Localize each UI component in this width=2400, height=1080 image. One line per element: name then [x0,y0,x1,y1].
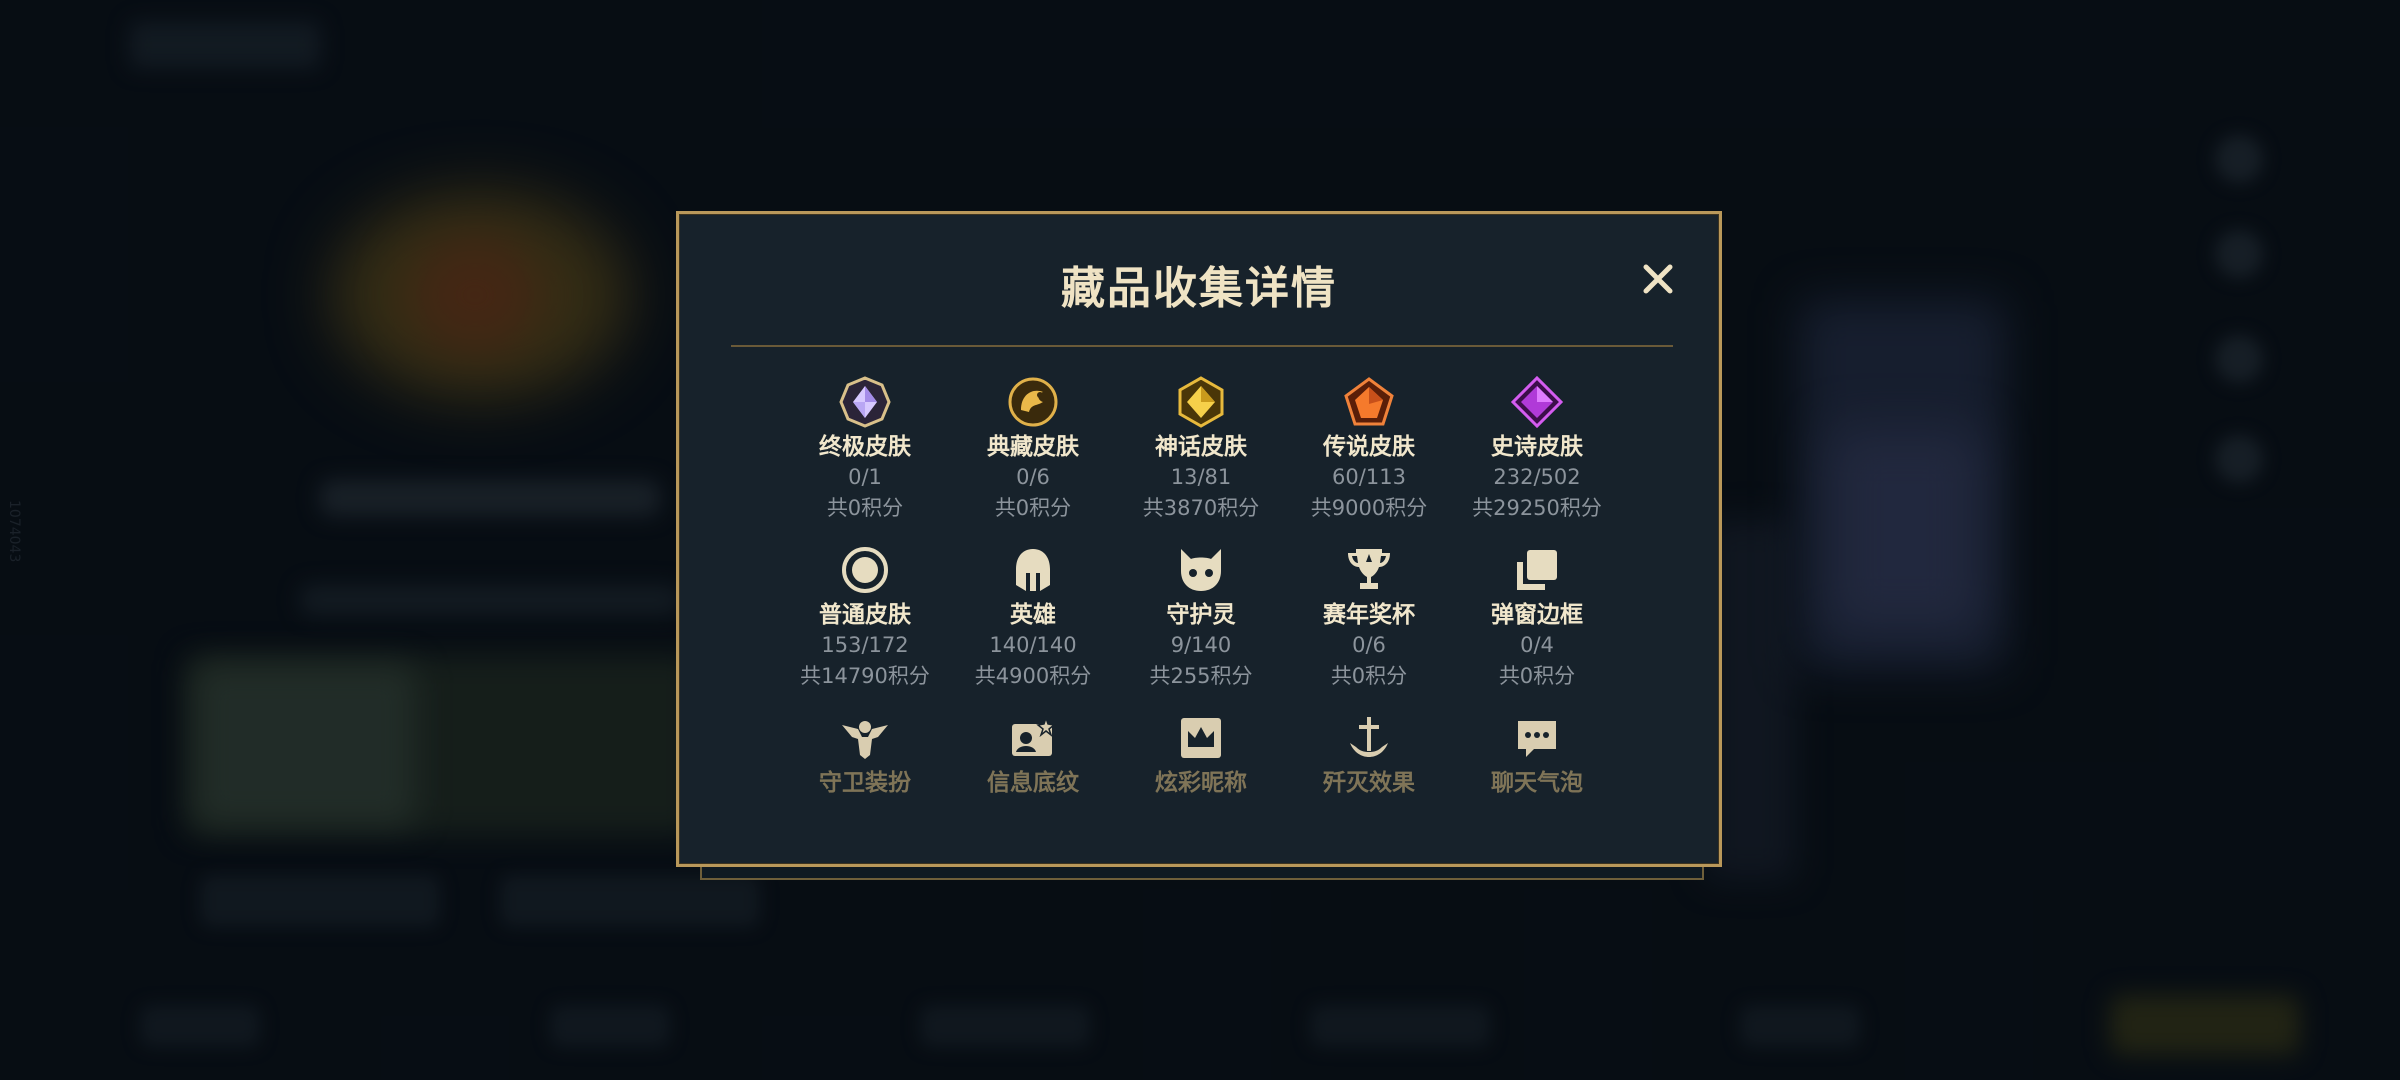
item-points: 共0积分 [826,496,904,520]
nickname-crown-icon [1173,710,1229,766]
collection-item-guard-outfit[interactable]: 守卫装扮 [781,710,949,820]
collection-item-info-card[interactable]: 信息底纹 [949,710,1117,820]
normal-skin-icon [837,542,893,598]
item-count: 153/172 [821,633,909,657]
popup-frame-icon [1509,542,1565,598]
item-name: 史诗皮肤 [1491,434,1583,460]
collection-item-season-trophy[interactable]: 赛年奖杯 0/6 共0积分 [1285,542,1453,710]
collection-item-popup-frame[interactable]: 弹窗边框 0/4 共0积分 [1453,542,1621,710]
item-name: 炫彩昵称 [1155,770,1247,796]
chat-bubble-icon [1509,710,1565,766]
item-points: 共3870积分 [1142,496,1260,520]
annihilation-effect-icon [1341,710,1397,766]
collection-item-epic-skin[interactable]: 史诗皮肤 232/502 共29250积分 [1453,374,1621,542]
item-name: 典藏皮肤 [987,434,1079,460]
title-divider [731,345,1673,347]
guard-outfit-icon [837,710,893,766]
mythic-skin-icon [1173,374,1229,430]
item-points: 共0积分 [1330,664,1408,688]
collection-item-chat-bubble[interactable]: 聊天气泡 [1453,710,1621,820]
item-name: 传说皮肤 [1323,434,1415,460]
item-name: 神话皮肤 [1155,434,1247,460]
item-count: 13/81 [1170,465,1232,489]
collector-skin-icon [1005,374,1061,430]
item-count: 140/140 [989,633,1077,657]
collection-grid: 终极皮肤 0/1 共0积分 典藏皮肤 0/6 共0积分 神话皮肤 13/81 共… [781,374,1621,820]
item-points: 共0积分 [994,496,1072,520]
item-points: 共9000积分 [1310,496,1428,520]
item-points: 共4900积分 [974,664,1092,688]
collection-item-hero[interactable]: 英雄 140/140 共4900积分 [949,542,1117,710]
hero-helmet-icon [1005,542,1061,598]
item-name: 守卫装扮 [819,770,911,796]
item-points: 共29250积分 [1472,496,1602,520]
collection-item-normal-skin[interactable]: 普通皮肤 153/172 共14790积分 [781,542,949,710]
close-button[interactable] [1635,256,1681,302]
item-name: 信息底纹 [987,770,1079,796]
ultimate-skin-icon [837,374,893,430]
item-count: 0/4 [1520,633,1554,657]
item-name: 英雄 [1010,602,1056,628]
epic-skin-icon [1509,374,1565,430]
item-name: 歼灭效果 [1323,770,1415,796]
item-count: 60/113 [1332,465,1406,489]
collection-item-mythic-skin[interactable]: 神话皮肤 13/81 共3870积分 [1117,374,1285,542]
collection-item-nickname[interactable]: 炫彩昵称 [1117,710,1285,820]
item-count: 0/1 [848,465,882,489]
item-points: 共14790积分 [800,664,930,688]
item-name: 终极皮肤 [819,434,911,460]
item-name: 普通皮肤 [819,602,911,628]
item-points: 共0积分 [1498,664,1576,688]
collection-item-ultimate-skin[interactable]: 终极皮肤 0/1 共0积分 [781,374,949,542]
legendary-skin-icon [1341,374,1397,430]
item-count: 0/6 [1352,633,1386,657]
item-name: 聊天气泡 [1491,770,1583,796]
item-name: 弹窗边框 [1491,602,1583,628]
item-count: 0/6 [1016,465,1050,489]
season-trophy-icon [1341,542,1397,598]
guardian-spirit-icon [1173,542,1229,598]
collection-item-guardian-spirit[interactable]: 守护灵 9/140 共255积分 [1117,542,1285,710]
item-count: 9/140 [1170,633,1232,657]
item-name: 守护灵 [1166,602,1236,628]
item-count: 232/502 [1493,465,1581,489]
collection-item-collector-skin[interactable]: 典藏皮肤 0/6 共0积分 [949,374,1117,542]
close-icon [1643,264,1673,294]
collection-details-modal: 藏品收集详情 终极皮肤 0/1 共0积分 典藏皮肤 0/6 共0积分 神话皮肤 … [676,211,1722,867]
info-card-icon [1005,710,1061,766]
item-points: 共255积分 [1149,664,1253,688]
collection-item-legendary-skin[interactable]: 传说皮肤 60/113 共9000积分 [1285,374,1453,542]
collection-item-annihilation-effect[interactable]: 歼灭效果 [1285,710,1453,820]
modal-title: 藏品收集详情 [1061,263,1337,314]
item-name: 赛年奖杯 [1323,602,1415,628]
